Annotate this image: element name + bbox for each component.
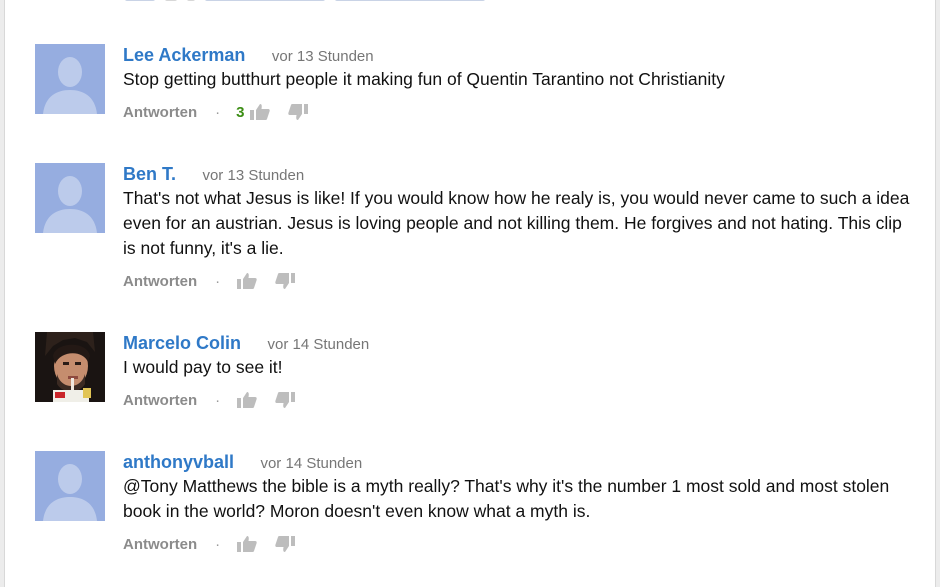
comment-body: Marcelo Colin vor 14 Stunden I would pay… xyxy=(123,332,915,410)
comment-actions: Antworten · xyxy=(123,534,915,554)
comment-body: Lee Ackerman vor 13 Stunden Stop getting… xyxy=(123,44,915,122)
comment-actions: Antworten · xyxy=(123,271,915,291)
timestamp[interactable]: vor 13 Stunden xyxy=(202,167,304,184)
avatar[interactable] xyxy=(35,451,105,521)
default-avatar-icon xyxy=(35,451,105,521)
author-link[interactable]: Lee Ackerman xyxy=(123,45,245,65)
comment-actions: Antworten · xyxy=(123,390,915,410)
thumbs-down-icon[interactable] xyxy=(287,103,309,121)
comment-text: I would pay to see it! xyxy=(123,357,283,377)
timestamp[interactable]: vor 14 Stunden xyxy=(260,455,362,472)
comment-actions: Antworten · 3 xyxy=(123,102,915,122)
author-link[interactable]: Ben T. xyxy=(123,164,176,184)
avatar[interactable] xyxy=(35,44,105,114)
timestamp[interactable]: vor 13 Stunden xyxy=(272,48,374,65)
avatar[interactable] xyxy=(35,332,105,402)
author-link[interactable]: Marcelo Colin xyxy=(123,333,241,353)
thumbs-up-icon[interactable] xyxy=(236,535,258,553)
comment-header: Ben T. vor 13 Stunden xyxy=(123,163,915,185)
default-avatar-icon xyxy=(35,163,105,233)
comments-panel: Lee Ackerman vor 13 Stunden Stop getting… xyxy=(4,0,936,587)
separator-dot: · xyxy=(215,391,221,409)
comment-text: That's not what Jesus is like! If you wo… xyxy=(123,188,910,258)
reply-button[interactable]: Antworten xyxy=(123,104,197,121)
author-link[interactable]: anthonyvball xyxy=(123,452,234,472)
separator-dot: · xyxy=(215,103,221,121)
separator-dot: · xyxy=(215,535,221,553)
separator-dot: · xyxy=(215,272,221,290)
like-count: 3 xyxy=(236,103,245,121)
avatar[interactable] xyxy=(35,163,105,233)
comment-text: @Tony Matthews the bible is a myth reall… xyxy=(123,476,890,521)
thumbs-down-icon[interactable] xyxy=(274,535,296,553)
reply-button[interactable]: Antworten xyxy=(123,536,197,553)
comment-header: Marcelo Colin vor 14 Stunden xyxy=(123,332,915,354)
reply-button[interactable]: Antworten xyxy=(123,273,197,290)
comment-body: anthonyvball vor 14 Stunden @Tony Matthe… xyxy=(123,451,915,554)
timestamp[interactable]: vor 14 Stunden xyxy=(267,336,369,353)
previous-comment-cutoff xyxy=(125,0,725,2)
thumbs-up-icon[interactable] xyxy=(249,103,271,121)
default-avatar-icon xyxy=(35,44,105,114)
thumbs-down-icon[interactable] xyxy=(274,391,296,409)
user-photo-icon xyxy=(35,332,105,402)
thumbs-down-icon[interactable] xyxy=(274,272,296,290)
thumbs-up-icon[interactable] xyxy=(236,272,258,290)
thumbs-up-icon[interactable] xyxy=(236,391,258,409)
reply-button[interactable]: Antworten xyxy=(123,392,197,409)
comment-header: anthonyvball vor 14 Stunden xyxy=(123,451,915,473)
comment-text: Stop getting butthurt people it making f… xyxy=(123,69,725,89)
comment-body: Ben T. vor 13 Stunden That's not what Je… xyxy=(123,163,915,291)
comment-header: Lee Ackerman vor 13 Stunden xyxy=(123,44,915,66)
